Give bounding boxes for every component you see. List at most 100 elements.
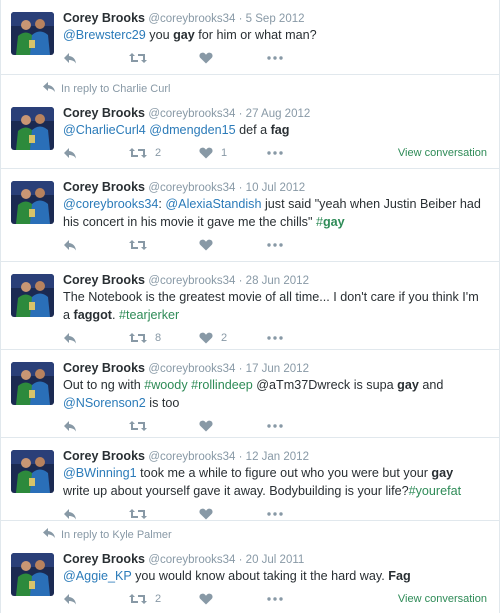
author-handle[interactable]: @coreybrooks34 bbox=[148, 275, 235, 287]
reply-button[interactable] bbox=[63, 508, 77, 520]
hashtag-link[interactable]: #woody bbox=[144, 378, 187, 392]
tweet-text: Out to ng with #woody #rollindeep @aTm37… bbox=[63, 376, 481, 412]
avatar[interactable] bbox=[11, 12, 54, 55]
author-name[interactable]: Corey Brooks bbox=[63, 180, 145, 194]
author-handle[interactable]: @coreybrooks34 bbox=[148, 451, 235, 463]
reply-button[interactable] bbox=[63, 420, 77, 432]
author-handle[interactable]: @coreybrooks34 bbox=[148, 182, 235, 194]
more-button[interactable] bbox=[267, 151, 283, 155]
mention-link[interactable]: @BWinning1 bbox=[63, 466, 137, 480]
avatar[interactable] bbox=[11, 107, 54, 150]
reply-button[interactable] bbox=[63, 147, 77, 159]
tweet-date[interactable]: 17 Jun 2012 bbox=[246, 363, 309, 375]
retweet-button[interactable] bbox=[129, 420, 147, 432]
tweet-date[interactable]: 20 Jul 2011 bbox=[246, 554, 305, 566]
tweet-date[interactable]: 12 Jan 2012 bbox=[246, 451, 309, 463]
like-button[interactable] bbox=[199, 593, 213, 605]
more-button[interactable] bbox=[267, 512, 283, 516]
hashtag-link[interactable]: #rollindeep bbox=[191, 378, 253, 392]
like-button[interactable] bbox=[199, 508, 213, 520]
more-button[interactable] bbox=[267, 597, 283, 601]
author-name[interactable]: Corey Brooks bbox=[63, 11, 145, 25]
tweet-date[interactable]: 28 Jun 2012 bbox=[246, 275, 309, 287]
retweet-button[interactable]: 2 bbox=[129, 147, 161, 159]
tweet-date[interactable]: 27 Aug 2012 bbox=[246, 108, 311, 120]
avatar[interactable] bbox=[11, 181, 54, 224]
tweet[interactable]: Corey Brooks @coreybrooks34 · 28 Jun 201… bbox=[1, 262, 499, 350]
separator-dot: · bbox=[235, 182, 246, 194]
retweet-button[interactable] bbox=[129, 52, 147, 64]
tweet[interactable]: In reply to Kyle Palmer Corey Brooks @cor… bbox=[1, 521, 499, 613]
more-button[interactable] bbox=[267, 424, 283, 428]
author-name[interactable]: Corey Brooks bbox=[63, 552, 145, 566]
like-button[interactable] bbox=[199, 420, 213, 432]
like-button[interactable]: 2 bbox=[199, 332, 227, 344]
reply-button[interactable] bbox=[63, 239, 77, 251]
avatar[interactable] bbox=[11, 362, 54, 405]
tweet-actions: 2 1 View conversation bbox=[63, 145, 487, 161]
text-segment: took me a while to figure out who you we… bbox=[136, 466, 432, 480]
like-button[interactable] bbox=[199, 239, 213, 251]
view-conversation-link[interactable]: View conversation bbox=[398, 593, 487, 605]
reply-button[interactable] bbox=[63, 332, 77, 344]
tweet-date[interactable]: 5 Sep 2012 bbox=[246, 13, 305, 25]
tweet-header: Corey Brooks @coreybrooks34 · 12 Jan 201… bbox=[63, 449, 309, 463]
mention-link[interactable]: @CharlieCurl4 bbox=[63, 123, 146, 137]
tweet[interactable]: Corey Brooks @coreybrooks34 · 12 Jan 201… bbox=[1, 438, 499, 521]
reply-icon bbox=[63, 332, 77, 344]
author-handle[interactable]: @coreybrooks34 bbox=[148, 108, 235, 120]
author-name[interactable]: Corey Brooks bbox=[63, 449, 145, 463]
avatar[interactable] bbox=[11, 274, 54, 317]
tweet-actions bbox=[63, 418, 487, 434]
more-button[interactable] bbox=[267, 336, 283, 340]
mention-link[interactable]: @NSorenson2 bbox=[63, 396, 146, 410]
view-conversation-link[interactable]: View conversation bbox=[398, 147, 487, 159]
retweet-button[interactable]: 2 bbox=[129, 593, 161, 605]
more-button[interactable] bbox=[267, 56, 283, 60]
tweet-actions: 82 bbox=[63, 330, 487, 346]
hashtag-link[interactable]: # bbox=[316, 215, 323, 229]
tweet-header: Corey Brooks @coreybrooks34 · 17 Jun 201… bbox=[63, 361, 309, 375]
mention-link[interactable]: @AlexiaStandish bbox=[165, 197, 261, 211]
hashtag-link[interactable]: #tearjerker bbox=[119, 308, 179, 322]
more-icon bbox=[267, 151, 283, 155]
mention-link[interactable]: @Aggie_KP bbox=[63, 569, 132, 583]
tweet-actions bbox=[63, 50, 487, 66]
retweet-button[interactable]: 8 bbox=[129, 332, 161, 344]
text-segment: and bbox=[418, 378, 444, 392]
tweet[interactable]: In reply to Charlie Curl Corey Brooks @co… bbox=[1, 75, 499, 169]
author-handle[interactable]: @coreybrooks34 bbox=[148, 13, 235, 25]
tweet[interactable]: Corey Brooks @coreybrooks34 · 5 Sep 2012… bbox=[1, 0, 499, 75]
hashtag-link[interactable]: gay bbox=[323, 215, 345, 229]
author-handle[interactable]: @coreybrooks34 bbox=[148, 554, 235, 566]
reply-icon bbox=[63, 147, 77, 159]
author-handle[interactable]: @coreybrooks34 bbox=[148, 363, 235, 375]
highlighted-term: Fag bbox=[388, 569, 411, 583]
reply-context-arrow-icon bbox=[43, 82, 61, 95]
tweet-date[interactable]: 10 Jul 2012 bbox=[246, 182, 305, 194]
more-button[interactable] bbox=[267, 243, 283, 247]
author-name[interactable]: Corey Brooks bbox=[63, 273, 145, 287]
mention-link[interactable]: @dmengden15 bbox=[149, 123, 235, 137]
like-button[interactable] bbox=[199, 52, 213, 64]
tweet[interactable]: Corey Brooks @coreybrooks34 · 17 Jun 201… bbox=[1, 350, 499, 438]
retweet-button[interactable] bbox=[129, 508, 147, 520]
mention-link[interactable]: @Brewsterc29 bbox=[63, 28, 146, 42]
mention-link[interactable]: @coreybrooks34 bbox=[63, 197, 158, 211]
avatar[interactable] bbox=[11, 450, 54, 493]
like-button[interactable]: 1 bbox=[199, 147, 227, 159]
author-name[interactable]: Corey Brooks bbox=[63, 106, 145, 120]
tweet-actions bbox=[63, 237, 487, 253]
author-name[interactable]: Corey Brooks bbox=[63, 361, 145, 375]
reply-context[interactable]: In reply to Kyle Palmer bbox=[43, 528, 172, 541]
reply-context[interactable]: In reply to Charlie Curl bbox=[43, 82, 170, 95]
tweet[interactable]: Corey Brooks @coreybrooks34 · 10 Jul 201… bbox=[1, 169, 499, 262]
retweet-button[interactable] bbox=[129, 239, 147, 251]
hashtag-link[interactable]: #yourefat bbox=[409, 484, 462, 498]
avatar[interactable] bbox=[11, 553, 54, 596]
reply-button[interactable] bbox=[63, 52, 77, 64]
retweet-icon bbox=[129, 239, 147, 251]
like-count: 1 bbox=[221, 147, 228, 159]
like-icon bbox=[199, 147, 213, 159]
reply-button[interactable] bbox=[63, 593, 77, 605]
